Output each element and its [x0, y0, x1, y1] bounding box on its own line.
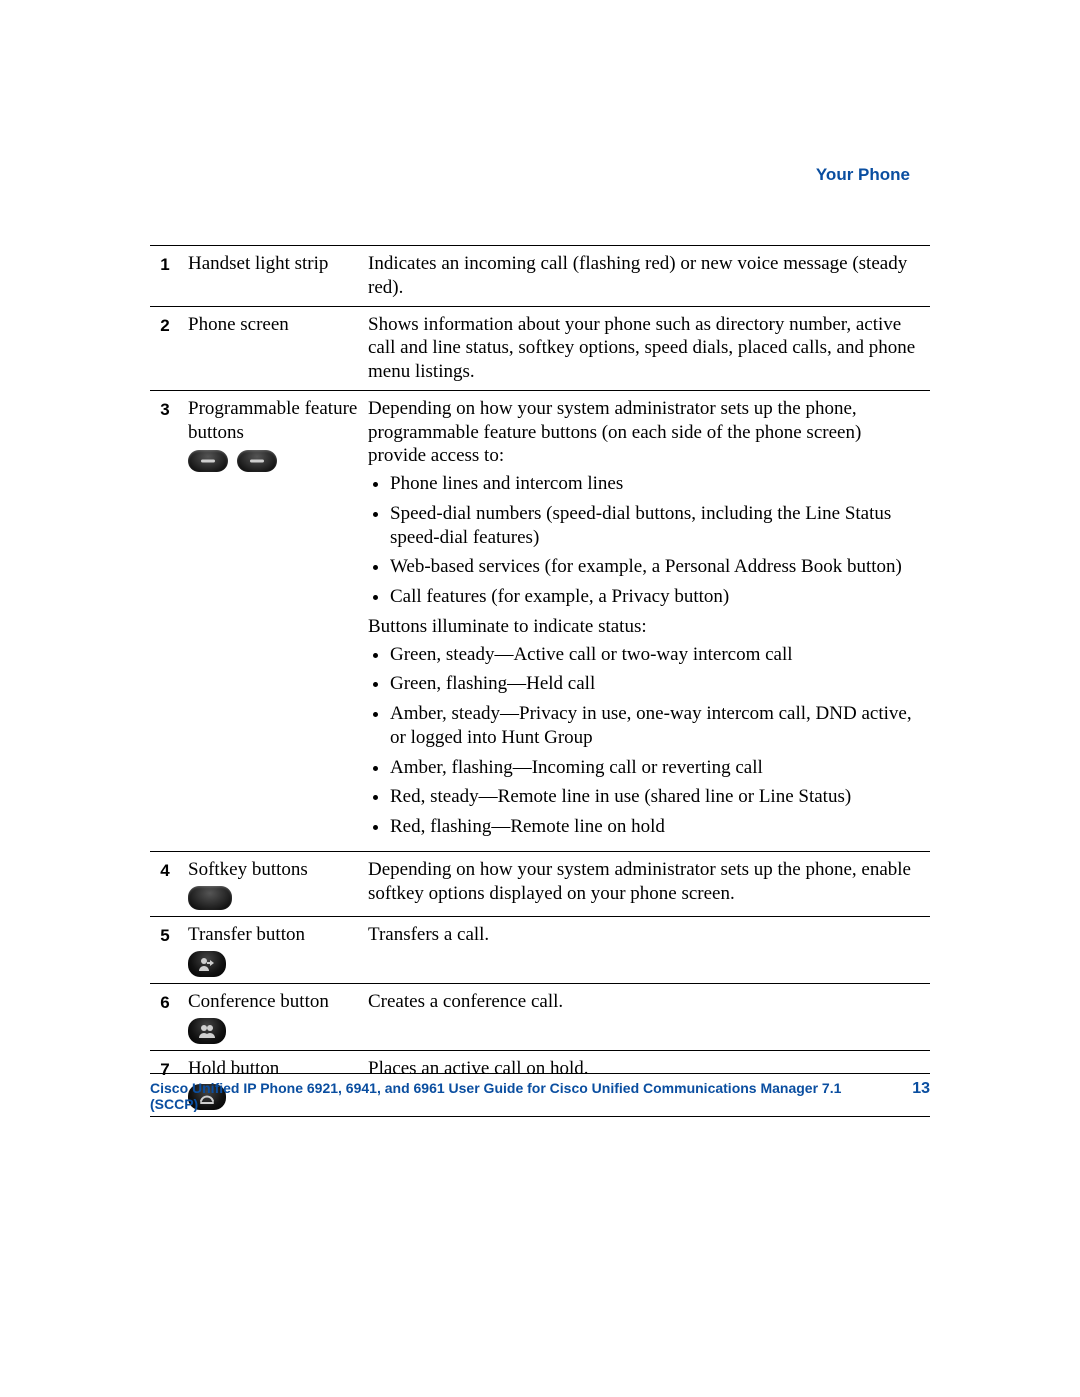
desc-mid: Buttons illuminate to indicate status: [368, 615, 922, 639]
component-name: Phone screen [184, 306, 364, 390]
component-description: Indicates an incoming call (flashing red… [364, 246, 930, 307]
row-number: 4 [150, 851, 184, 916]
components-table: 1 Handset light strip Indicates an incom… [150, 245, 930, 1117]
list-item: Call features (for example, a Privacy bu… [390, 585, 922, 609]
table-row: 1 Handset light strip Indicates an incom… [150, 246, 930, 307]
component-description: Depending on how your system administrat… [364, 390, 930, 851]
component-name: Transfer button [184, 917, 364, 984]
component-name: Softkey buttons [184, 851, 364, 916]
component-description: Depending on how your system administrat… [364, 851, 930, 916]
table-row: 2 Phone screen Shows information about y… [150, 306, 930, 390]
list-item: Amber, steady—Privacy in use, one-way in… [390, 702, 922, 750]
list-item: Green, flashing—Held call [390, 672, 922, 696]
table-row: 4 Softkey buttons Depending on how your … [150, 851, 930, 916]
table-row: 6 Conference button [150, 983, 930, 1050]
footer-rule [150, 1073, 930, 1074]
list-item: Phone lines and intercom lines [390, 472, 922, 496]
conference-button-icon [188, 1018, 226, 1044]
desc-intro: Depending on how your system administrat… [368, 397, 922, 468]
list-item: Red, flashing—Remote line on hold [390, 815, 922, 839]
component-name-text: Conference button [188, 991, 329, 1012]
list-item: Green, steady—Active call or two-way int… [390, 643, 922, 667]
list-item: Web-based services (for example, a Perso… [390, 555, 922, 579]
table-row: 3 Programmable feature buttons Depending… [150, 390, 930, 851]
status-list: Green, steady—Active call or two-way int… [390, 643, 922, 839]
section-header: Your Phone [816, 165, 910, 185]
component-description: Creates a conference call. [364, 983, 930, 1050]
transfer-button-icon [188, 951, 226, 977]
component-name-text: Softkey buttons [188, 859, 308, 880]
page-number: 13 [912, 1080, 930, 1098]
table-row: 5 Transfer button [150, 917, 930, 984]
list-item: Red, steady—Remote line in use (shared l… [390, 785, 922, 809]
list-item: Amber, flashing—Incoming call or reverti… [390, 756, 922, 780]
feature-button-left-icon [188, 450, 228, 472]
component-description: Transfers a call. [364, 917, 930, 984]
programmable-button-icons [188, 448, 358, 472]
access-list: Phone lines and intercom lines Speed-dia… [390, 472, 922, 609]
component-name: Conference button [184, 983, 364, 1050]
list-item: Speed-dial numbers (speed-dial buttons, … [390, 502, 922, 550]
component-description: Shows information about your phone such … [364, 306, 930, 390]
row-number: 6 [150, 983, 184, 1050]
component-name-text: Transfer button [188, 924, 305, 945]
component-name: Programmable feature buttons [184, 390, 364, 851]
component-name: Handset light strip [184, 246, 364, 307]
row-number: 2 [150, 306, 184, 390]
row-number: 5 [150, 917, 184, 984]
component-name-text: Programmable feature buttons [188, 398, 357, 443]
footer-title: Cisco Unified IP Phone 6921, 6941, and 6… [150, 1080, 888, 1112]
page-footer: Cisco Unified IP Phone 6921, 6941, and 6… [150, 1073, 930, 1112]
row-number: 3 [150, 390, 184, 851]
row-number: 1 [150, 246, 184, 307]
softkey-button-icon [188, 886, 232, 910]
document-page: Your Phone 1 Handset light strip Indicat… [0, 0, 1080, 1397]
feature-button-right-icon [237, 450, 277, 472]
